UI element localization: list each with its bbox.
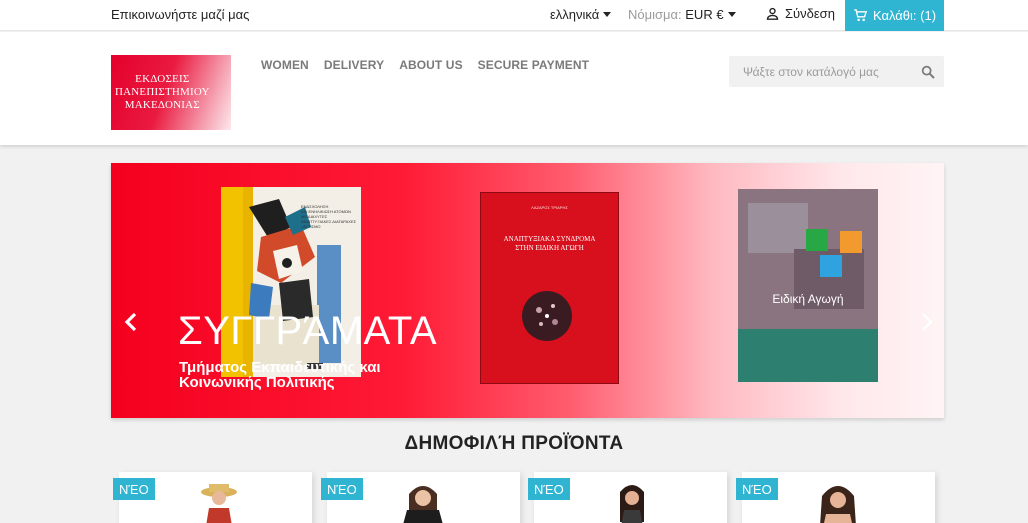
language-label: ελληνικά (550, 7, 600, 22)
signin-link[interactable]: Σύνδεση (765, 6, 835, 21)
nav-item-women[interactable]: WOMEN (261, 58, 309, 72)
cart-button[interactable]: Καλάθι: (1) (845, 0, 944, 31)
person-icon (766, 7, 779, 20)
caret-down-icon (727, 12, 736, 17)
hero-carousel[interactable]: ΕΝΑΣΧΟΛΗΣΗ ΚΑΙ ΕΝΗΛΙΚΙΩΣΗ ΑΤΟΜΩΝ ΜΕ ΔΙΑΧ… (111, 163, 944, 418)
product-image (620, 485, 644, 523)
caret-down-icon (603, 12, 612, 17)
nav-item-about-us[interactable]: ABOUT US (399, 58, 462, 72)
book2-author: ΛΑΖΑΡΟΣ ΤΡΙΑΡΗΣ (531, 205, 568, 210)
book3-title: Ειδική Αγωγή (772, 292, 844, 306)
chevron-right-icon[interactable] (917, 311, 937, 333)
new-badge: ΝΈΟ (321, 478, 363, 500)
slide-subtitle: Τμήματος Εκπαιδευτικής και Κοινωνικής Πο… (179, 359, 381, 391)
currency-label: Νόμισμα: (628, 7, 682, 22)
site-header: ΕΚΔΟΣΕΙΣ ΠΑΝΕΠΙΣΤΗΜΙΟΥ ΜΑΚΕΔΟΝΙΑΣ WOMEN … (0, 32, 1028, 145)
new-badge: ΝΈΟ (736, 478, 778, 500)
logo-line: ΜΑΚΕΔΟΝΙΑΣ (124, 99, 200, 111)
new-badge: ΝΈΟ (113, 478, 155, 500)
top-bar: Επικοινωνήστε μαζί μας ελληνικά Νόμισμα:… (0, 0, 1028, 31)
popular-products-title: ΔΗΜΟΦΙΛΉ ΠΡΟΪΌΝΤΑ (404, 433, 624, 454)
search-box (729, 56, 944, 87)
chevron-left-icon[interactable] (121, 311, 141, 333)
book2-title-line: ΣΤΗΝ ΕΙΔΙΚΗ ΑΓΩΓΗ (515, 244, 584, 252)
book2-title: ΑΝΑΠΤΥΞΙΑΚΑ ΣΥΝΔΡΟΜΑ ΣΤΗΝ ΕΙΔΙΚΗ ΑΓΩΓΗ (481, 235, 618, 253)
book-cover-special-education: Ειδική Αγωγή (738, 189, 878, 382)
main-nav: WOMEN DELIVERY ABOUT US SECURE PAYMENT (261, 58, 589, 72)
book2-title-line: ΑΝΑΠΤΥΞΙΑΚΑ ΣΥΝΔΡΟΜΑ (503, 235, 596, 243)
logo-text: ΕΚΔΟΣΕΙΣ ΠΑΝΕΠΙΣΤΗΜΙΟΥ ΜΑΚΕΔΟΝΙΑΣ (115, 73, 210, 112)
logo-line: ΠΑΝΕΠΙΣΤΗΜΙΟΥ (115, 86, 210, 98)
site-logo[interactable]: ΕΚΔΟΣΕΙΣ ΠΑΝΕΠΙΣΤΗΜΙΟΥ ΜΑΚΕΔΟΝΙΑΣ (111, 55, 231, 130)
cart-label: Καλάθι: (1) (872, 8, 937, 23)
new-badge: ΝΈΟ (528, 478, 570, 500)
book2-emblem (522, 291, 572, 341)
signin-label: Σύνδεση (785, 6, 835, 21)
cart-icon (854, 9, 868, 22)
book1-title-line: / ΑΥΤΙΣΜΟ (301, 224, 321, 229)
language-selector[interactable]: ελληνικά (550, 7, 612, 22)
search-input[interactable] (729, 56, 909, 87)
book-cover-developmental: ΛΑΖΑΡΟΣ ΤΡΙΑΡΗΣ ΑΝΑΠΤΥΞΙΑΚΑ ΣΥΝΔΡΟΜΑ ΣΤΗ… (480, 192, 619, 384)
contact-link[interactable]: Επικοινωνήστε μαζί μας (111, 7, 249, 22)
slide-title: ΣΥΓΓΡΆΜΑΤΑ (178, 309, 438, 353)
book1-title: ΕΝΑΣΧΟΛΗΣΗ ΚΑΙ ΕΝΗΛΙΚΙΩΣΗ ΑΤΟΜΩΝ ΜΕ ΔΙΑΧ… (301, 204, 361, 229)
currency-value: EUR € (685, 7, 724, 22)
nav-item-delivery[interactable]: DELIVERY (324, 58, 384, 72)
logo-line: ΕΚΔΟΣΕΙΣ (135, 73, 190, 85)
product-image (403, 486, 443, 523)
currency-selector[interactable]: Νόμισμα: EUR € (628, 7, 736, 22)
product-image (820, 486, 856, 523)
nav-item-secure-payment[interactable]: SECURE PAYMENT (478, 58, 589, 72)
book3-cover-art (738, 189, 878, 382)
search-icon[interactable] (920, 64, 936, 80)
product-image (201, 484, 237, 523)
